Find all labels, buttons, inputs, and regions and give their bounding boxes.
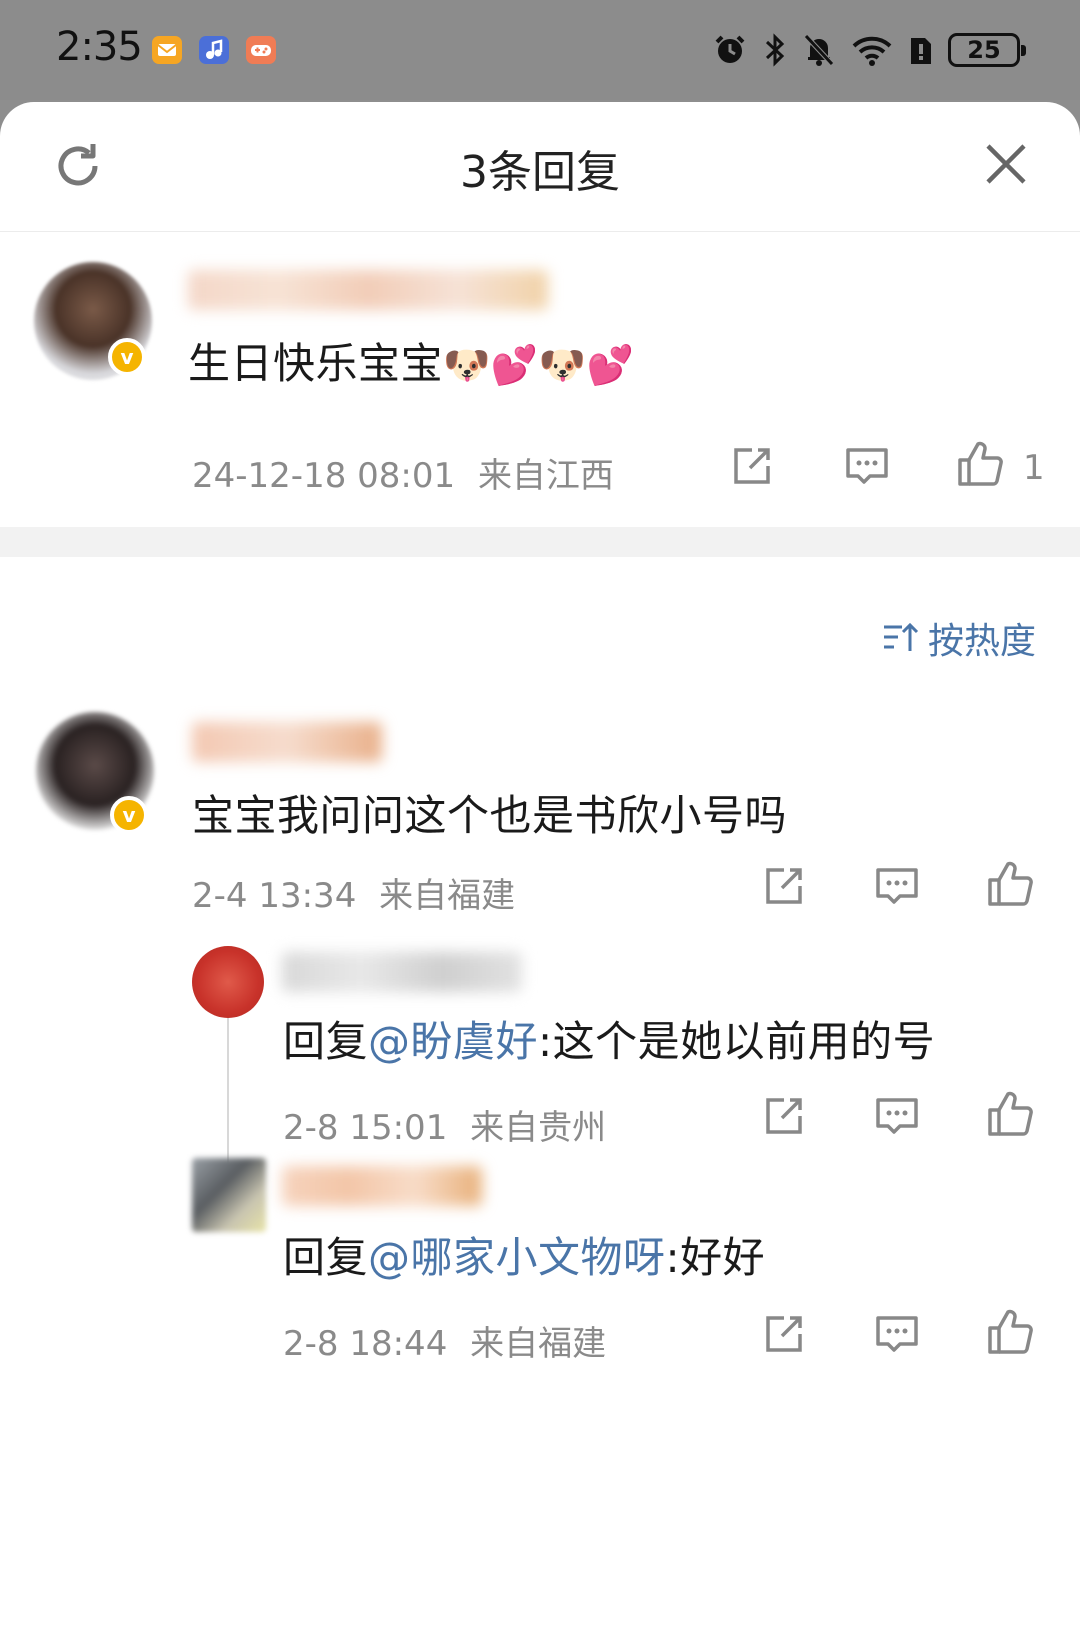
comment-icon bbox=[876, 868, 918, 904]
wifi-icon bbox=[852, 36, 892, 66]
share-button[interactable] bbox=[730, 444, 774, 492]
sort-label: 按热度 bbox=[927, 621, 1036, 662]
comment-icon bbox=[876, 1098, 918, 1134]
like-button[interactable] bbox=[986, 1308, 1034, 1360]
share-icon bbox=[766, 1098, 802, 1134]
share-icon bbox=[766, 868, 802, 904]
reply-button[interactable] bbox=[844, 444, 890, 492]
bluetooth-icon bbox=[765, 33, 785, 67]
comment-text: 生日快乐宝宝🐶💕🐶💕 bbox=[188, 339, 635, 388]
reply-item: 回复@盼虞好:这个是她以前用的号 2-8 15:01 来自贵州 bbox=[0, 942, 1080, 1162]
replies-sheet: 3条回复 v 生日快乐宝宝🐶💕🐶💕 24-12-18 08:01 来自江西 1 … bbox=[0, 102, 1080, 1638]
like-count: 1 bbox=[1023, 448, 1045, 488]
like-button[interactable] bbox=[986, 860, 1034, 912]
avatar[interactable] bbox=[192, 946, 264, 1018]
section-divider bbox=[0, 527, 1080, 557]
comment-meta: 2-4 13:34 来自福建 bbox=[192, 868, 515, 917]
comment-meta: 2-8 15:01 来自贵州 bbox=[283, 1100, 606, 1149]
sort-icon bbox=[883, 622, 919, 651]
comment-meta: 2-8 18:44 来自福建 bbox=[283, 1316, 606, 1365]
battery-indicator: 25 bbox=[948, 33, 1026, 67]
avatar[interactable] bbox=[192, 1158, 266, 1232]
comment-location: 来自江西 bbox=[477, 456, 614, 496]
sim-icon bbox=[911, 38, 931, 64]
comment-time: 24-12-18 08:01 bbox=[192, 456, 456, 496]
comment-icon bbox=[876, 1316, 918, 1352]
status-time: 2:35 bbox=[56, 24, 143, 70]
username-blurred[interactable] bbox=[192, 722, 382, 762]
comment-text: 回复@盼虞好:这个是她以前用的号 bbox=[283, 1008, 935, 1069]
comment-icon bbox=[846, 448, 888, 484]
username-blurred[interactable] bbox=[282, 952, 522, 992]
reply-item: v 宝宝我问问这个也是书欣小号吗 2-4 13:34 来自福建 bbox=[0, 682, 1080, 922]
sort-button[interactable]: 按热度 bbox=[882, 612, 1036, 664]
comment-text: 回复@哪家小文物呀:好好 bbox=[283, 1224, 765, 1285]
share-button[interactable] bbox=[762, 864, 806, 912]
mention-link[interactable]: @盼虞好 bbox=[368, 1017, 538, 1066]
reply-prefix: 回复 bbox=[283, 1233, 369, 1282]
share-icon bbox=[766, 1316, 802, 1352]
reply-button[interactable] bbox=[874, 864, 920, 912]
comment-time: 2-8 18:44 bbox=[283, 1324, 448, 1364]
comment-location: 来自福建 bbox=[379, 876, 516, 916]
thumbs-up-icon bbox=[988, 861, 1033, 906]
game-icon bbox=[246, 36, 276, 64]
reply-body: :好好 bbox=[665, 1233, 766, 1282]
comment-meta: 24-12-18 08:01 来自江西 bbox=[192, 448, 614, 497]
comment-location: 来自贵州 bbox=[470, 1108, 607, 1148]
reply-button[interactable] bbox=[874, 1094, 920, 1142]
like-button[interactable] bbox=[956, 440, 1004, 492]
comment-location: 来自福建 bbox=[470, 1324, 607, 1364]
main-comment: v 生日快乐宝宝🐶💕🐶💕 24-12-18 08:01 来自江西 1 bbox=[0, 232, 1080, 527]
verified-badge: v bbox=[110, 796, 148, 834]
sheet-header: 3条回复 bbox=[0, 102, 1080, 232]
comment-time: 2-8 15:01 bbox=[283, 1108, 448, 1148]
reply-item: 回复@哪家小文物呀:好好 2-8 18:44 来自福建 bbox=[0, 1152, 1080, 1382]
share-button[interactable] bbox=[762, 1312, 806, 1360]
username-blurred[interactable] bbox=[188, 270, 548, 310]
thumbs-up-icon bbox=[988, 1091, 1033, 1136]
comment-time: 2-4 13:34 bbox=[192, 876, 357, 916]
reply-prefix: 回复 bbox=[283, 1017, 369, 1066]
mail-icon bbox=[152, 36, 182, 64]
alarm-icon bbox=[715, 35, 745, 63]
comment-text: 宝宝我问问这个也是书欣小号吗 bbox=[192, 791, 788, 840]
thumbs-up-icon bbox=[958, 441, 1003, 486]
share-button[interactable] bbox=[762, 1094, 806, 1142]
close-button[interactable] bbox=[984, 142, 1028, 190]
mention-link[interactable]: @哪家小文物呀 bbox=[368, 1233, 666, 1282]
sheet-title: 3条回复 bbox=[460, 147, 620, 198]
verified-badge: v bbox=[108, 338, 146, 376]
thumbs-up-icon bbox=[988, 1309, 1033, 1354]
status-bar: 2:35 25 bbox=[0, 0, 1080, 100]
share-icon bbox=[734, 448, 770, 484]
close-icon bbox=[986, 144, 1026, 184]
reply-body: :这个是她以前用的号 bbox=[538, 1017, 936, 1066]
music-icon bbox=[199, 36, 229, 64]
like-button[interactable] bbox=[986, 1090, 1034, 1142]
username-blurred[interactable] bbox=[282, 1166, 482, 1206]
mute-icon bbox=[804, 34, 834, 66]
reply-button[interactable] bbox=[874, 1312, 920, 1360]
